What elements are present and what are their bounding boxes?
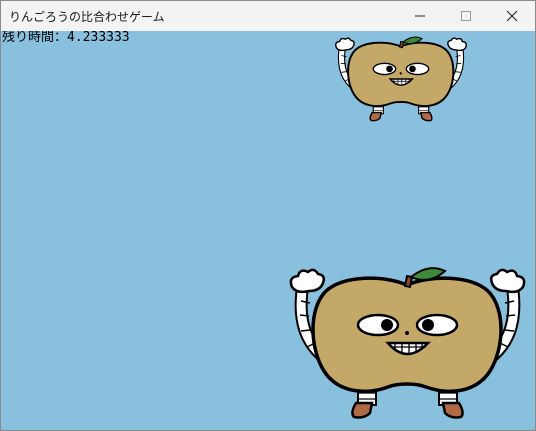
remaining-time-display: 残り時間：4.233333 xyxy=(2,31,130,45)
minimize-button[interactable] xyxy=(397,1,443,31)
apple-character-icon xyxy=(289,267,526,419)
title-bar[interactable]: りんごろうの比合わせゲーム xyxy=(1,1,535,31)
close-icon xyxy=(506,10,518,22)
maximize-icon xyxy=(461,11,471,21)
apple-character-small[interactable] xyxy=(333,34,469,124)
apple-character-icon xyxy=(335,36,467,122)
close-button[interactable] xyxy=(489,1,535,31)
window-title: りんごろうの比合わせゲーム xyxy=(9,10,165,24)
maximize-button[interactable] xyxy=(443,1,489,31)
apple-character-large[interactable] xyxy=(286,267,529,419)
remaining-time-label: 残り時間： xyxy=(2,31,68,45)
remaining-time-value: 4.233333 xyxy=(67,31,130,45)
game-window: りんごろうの比合わせゲーム 残り時間：4.233333 xyxy=(0,0,536,431)
game-canvas[interactable]: 残り時間：4.233333 xyxy=(1,31,535,430)
minimize-icon xyxy=(415,15,425,17)
